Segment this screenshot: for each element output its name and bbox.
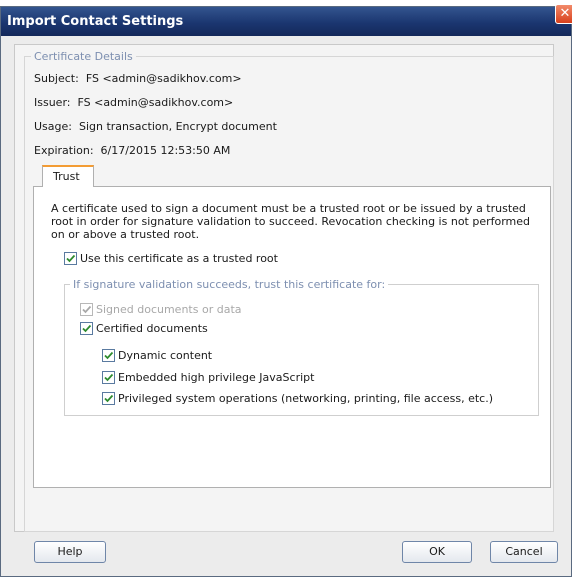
close-icon: ✕ [559,6,571,21]
privileged-ops-checkbox[interactable] [102,392,115,405]
close-button[interactable]: ✕ [555,4,572,24]
cancel-button[interactable]: Cancel [490,541,558,563]
certified-documents-label: Certified documents [96,322,208,335]
privileged-ops-label: Privileged system operations (networking… [118,392,493,405]
checkmark-icon [104,373,114,382]
embedded-js-checkbox[interactable] [102,371,115,384]
tab-trust-label: Trust [53,170,80,183]
issuer-value: FS <admin@sadikhov.com> [77,96,234,109]
checkmark-icon [66,254,76,263]
checkmark-icon [82,305,92,314]
usage-row: Usage: Sign transaction, Encrypt documen… [34,120,277,133]
ok-button[interactable]: OK [402,541,472,563]
usage-value: Sign transaction, Encrypt document [78,120,277,133]
subject-row: Subject: FS <admin@sadikhov.com> [34,72,242,85]
trust-description: A certificate used to sign a document mu… [51,202,531,241]
use-trusted-root-checkbox[interactable] [64,252,77,265]
subject-value: FS <admin@sadikhov.com> [85,72,242,85]
trust-for-legend: If signature validation succeeds, trust … [70,278,389,291]
expiration-value: 6/17/2015 12:53:50 AM [100,144,231,157]
signed-documents-checkbox[interactable] [80,303,93,316]
subject-label: Subject: [34,72,79,85]
expiration-row: Expiration: 6/17/2015 12:53:50 AM [34,144,230,157]
dynamic-content-label: Dynamic content [118,349,213,362]
embedded-js-label: Embedded high privilege JavaScript [118,371,315,384]
certified-documents-checkbox[interactable] [80,322,93,335]
usage-label: Usage: [34,120,72,133]
expiration-label: Expiration: [34,144,94,157]
certificate-details-legend: Certificate Details [31,50,136,63]
issuer-row: Issuer: FS <admin@sadikhov.com> [34,96,233,109]
signed-documents-label: Signed documents or data [96,303,242,316]
window-title: Import Contact Settings [7,14,184,29]
tab-trust[interactable]: Trust [42,165,94,187]
title-bar[interactable]: Import Contact Settings [1,7,571,36]
use-trusted-root-label: Use this certificate as a trusted root [80,252,278,265]
help-button[interactable]: Help [34,541,106,563]
checkmark-icon [104,394,114,403]
dynamic-content-checkbox[interactable] [102,349,115,362]
issuer-label: Issuer: [34,96,71,109]
checkmark-icon [82,324,92,333]
checkmark-icon [104,351,114,360]
